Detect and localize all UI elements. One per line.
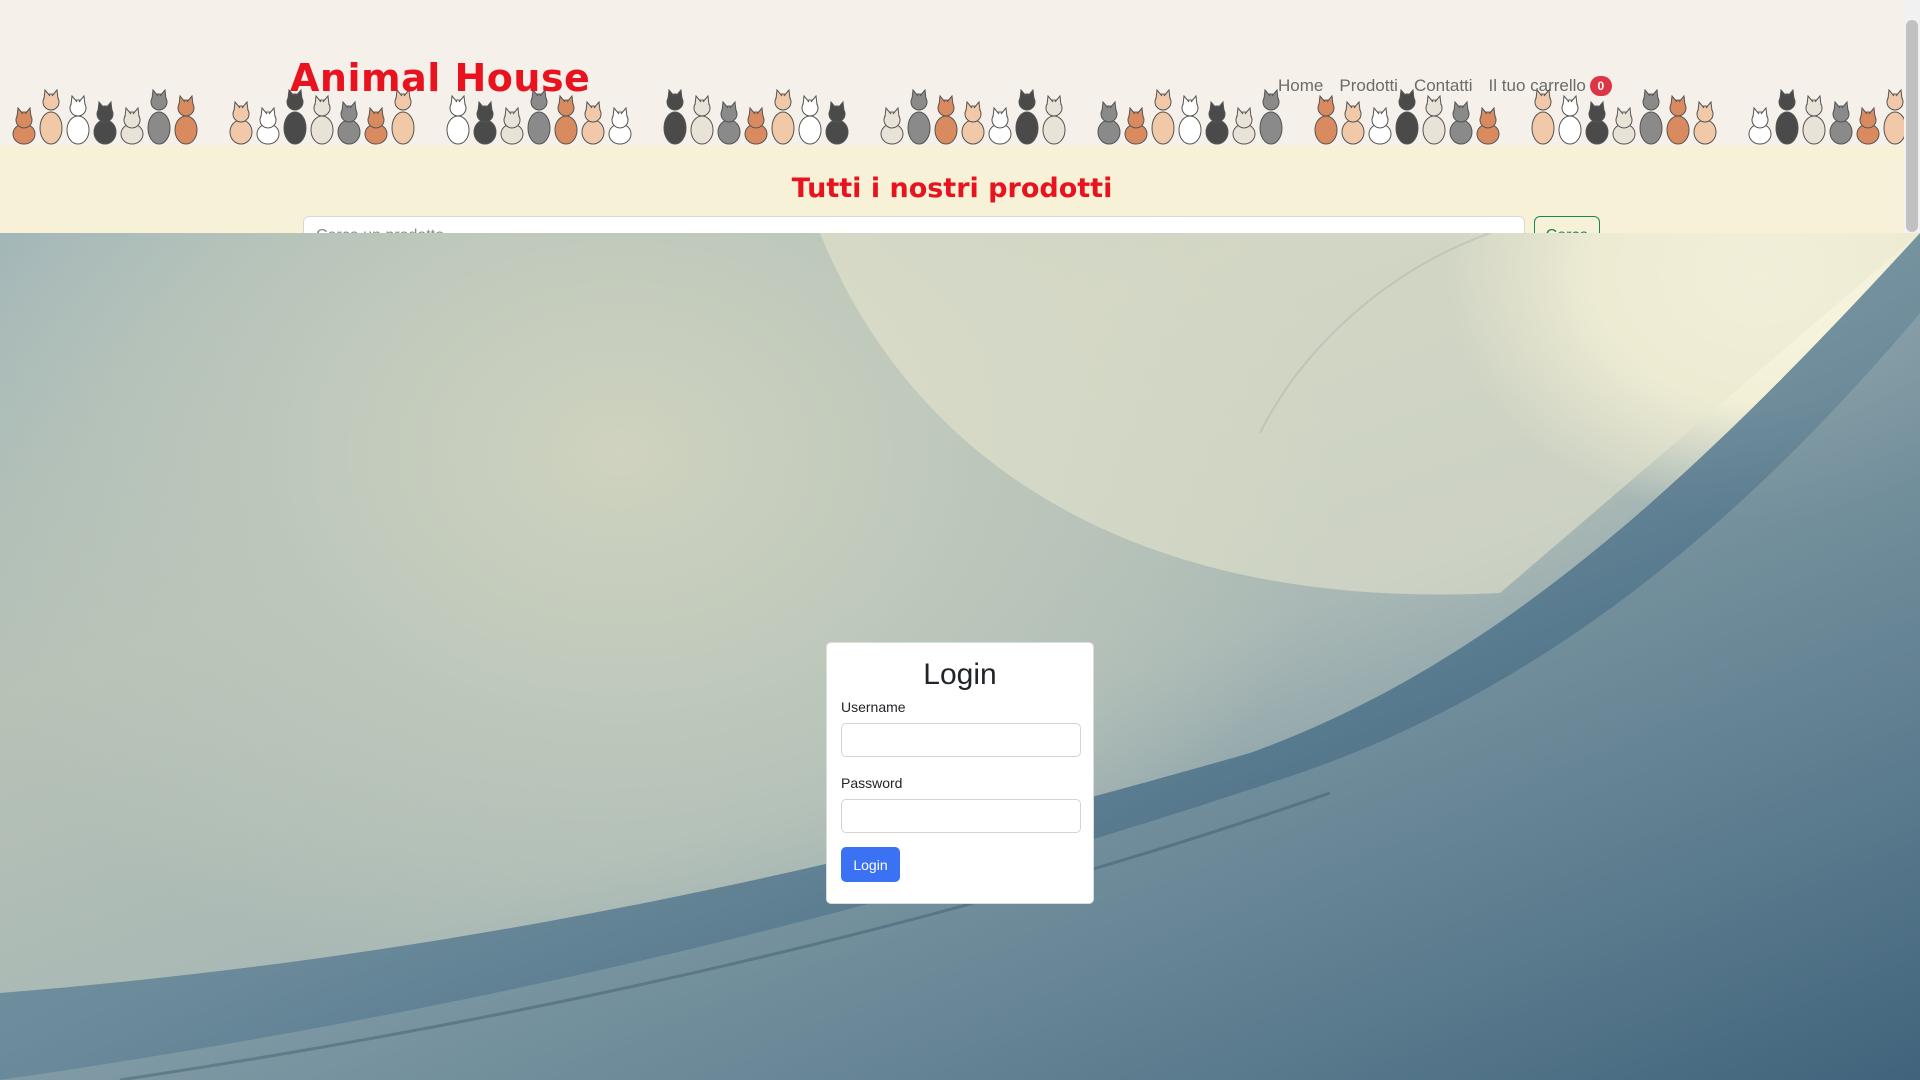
product-search-input[interactable]: Cerca un prodotto [303, 216, 1525, 233]
cat-group-icon [1097, 88, 1283, 145]
login-button[interactable]: Login [841, 847, 900, 882]
cat-group-icon [12, 88, 198, 145]
cart-count-badge: 0 [1589, 76, 1612, 96]
products-title: Tutti i nostri prodotti [791, 173, 1113, 204]
cat-decoration-strip [12, 88, 1904, 145]
nav-cart-label: Il tuo carrello [1488, 76, 1586, 95]
username-input[interactable] [841, 723, 1081, 757]
nav-prodotti[interactable]: Prodotti [1339, 76, 1398, 96]
password-input[interactable] [841, 799, 1081, 833]
cat-group-icon [1531, 88, 1717, 145]
main-nav: Home Prodotti Contatti Il tuo carrello 0 [1278, 76, 1612, 96]
cat-group-icon [663, 88, 849, 145]
nav-home[interactable]: Home [1278, 76, 1323, 96]
brand-logo[interactable]: Animal House [290, 56, 590, 100]
site-header: Animal House Home Prodotti Contatti Il t… [0, 0, 1904, 145]
nav-cart[interactable]: Il tuo carrello 0 [1489, 76, 1612, 96]
nav-contatti[interactable]: Contatti [1414, 76, 1473, 96]
scrollbar-thumb[interactable] [1906, 20, 1918, 232]
login-card: Login Username Password Login [826, 642, 1094, 904]
search-button[interactable]: Cerca [1534, 216, 1600, 233]
username-label: Username [841, 699, 906, 715]
password-label: Password [841, 775, 903, 791]
cat-group-icon [1314, 88, 1500, 145]
cat-group-icon [880, 88, 1066, 145]
login-title: Login [923, 658, 997, 691]
cat-group-icon [1748, 88, 1904, 145]
products-section: Tutti i nostri prodotti Cerca un prodott… [0, 145, 1904, 233]
